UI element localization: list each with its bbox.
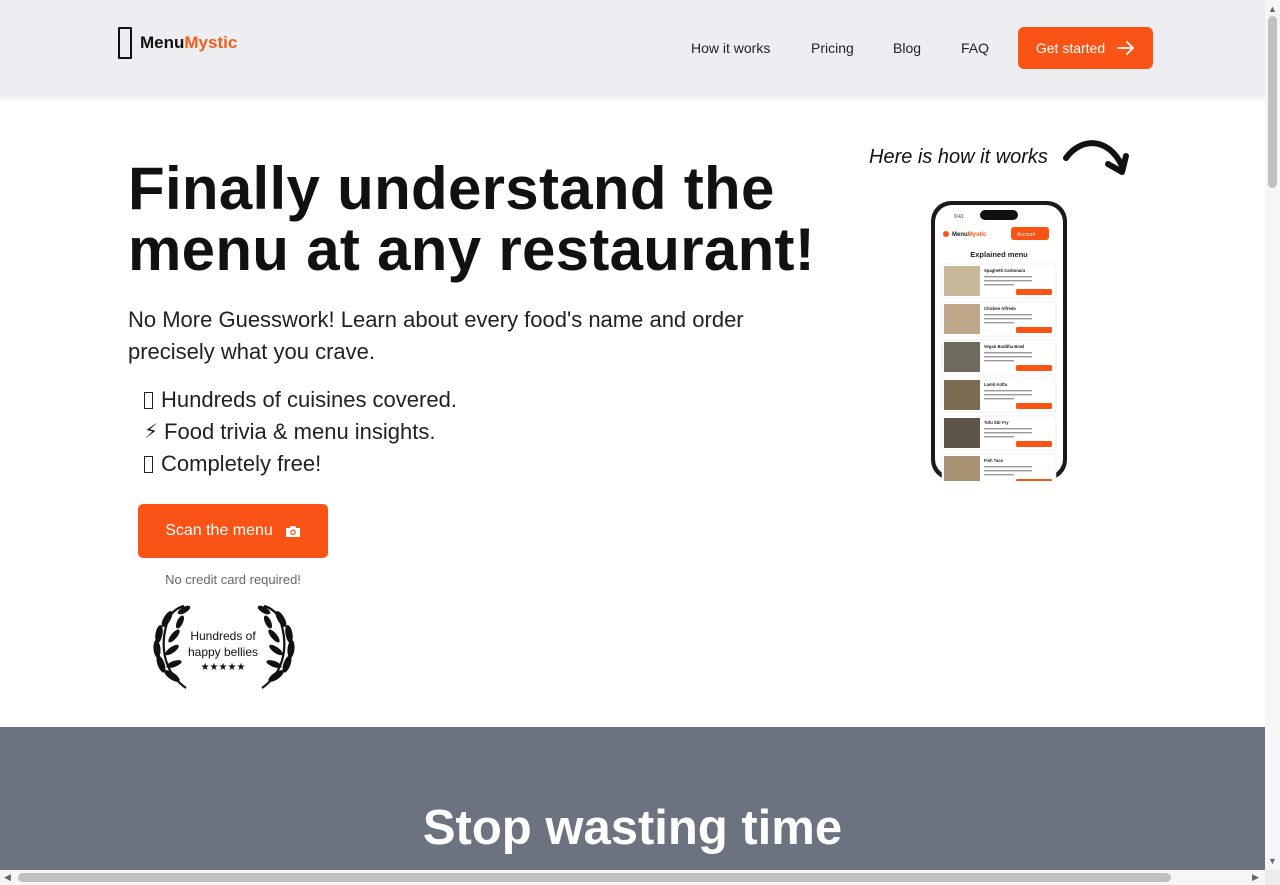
feature-item: Hundreds of cuisines covered. [144, 384, 457, 416]
nav-faq-label: FAQ [961, 40, 990, 56]
nav-how-it-works-label: How it works [691, 40, 771, 56]
nav-how-it-works[interactable]: How it works [691, 27, 770, 69]
food-photo [944, 266, 980, 296]
get-started-label: Get started [1035, 40, 1106, 56]
scroll-down-icon[interactable]: ▼ [1268, 857, 1277, 866]
feature-list: Hundreds of cuisines covered. ⚡ Food tri… [144, 384, 457, 480]
horizontal-scrollbar-thumb[interactable] [18, 873, 1171, 882]
how-it-works-label: Here is how it works [869, 146, 1048, 168]
phone-account-button: Account [1017, 232, 1036, 238]
phone-heading: Explained menu [970, 250, 1028, 259]
vertical-scrollbar-thumb[interactable] [1268, 16, 1277, 188]
stop-wasting-time-section: Stop wasting time [0, 727, 1265, 870]
phone-item-name: Tofu Stir Fry [984, 420, 1009, 425]
phone-brand-part-1: Menu [952, 232, 968, 238]
phone-menu-item: Lamb Kofta [941, 377, 1057, 413]
nav-blog-label: Blog [893, 40, 922, 56]
food-photo [944, 342, 980, 372]
food-photo [944, 418, 980, 448]
phone-item-name: Lamb Kofta [984, 382, 1008, 387]
phone-item-name: Chicken Alfredo [984, 306, 1016, 311]
scroll-left-icon[interactable]: ◀ [4, 873, 11, 882]
phone-menu-item: Chicken Alfredo [941, 301, 1057, 337]
scroll-up-icon[interactable]: ▲ [1268, 5, 1277, 14]
logo[interactable]: MenuMystic [118, 27, 237, 59]
phone-item-name: Vegan Buddha Bowl [984, 344, 1024, 349]
scan-menu-label: Scan the menu [165, 522, 273, 539]
get-started-button[interactable]: Get started [1018, 27, 1153, 69]
feature-text: Completely free! [161, 451, 322, 476]
missing-glyph-icon [144, 455, 153, 473]
brand-name: MenuMystic [140, 33, 237, 53]
missing-glyph-icon [144, 391, 153, 409]
nav-faq[interactable]: FAQ [961, 27, 989, 69]
hero-title: Finally understand the menu at any resta… [128, 155, 816, 283]
phone-menu-item: Vegan Buddha Bowl [941, 339, 1057, 375]
badge-line-2: happy bellies [187, 645, 259, 659]
feature-item: ⚡ Food trivia & menu insights. [144, 416, 457, 448]
rating-stars: ★★★★★ [200, 662, 246, 673]
phone-brand: MenuMystic [952, 232, 987, 238]
section-title: Stop wasting time [422, 801, 843, 855]
phone-item-name: Fish Taco [984, 458, 1004, 463]
brand-part-mystic: Mystic [184, 33, 238, 52]
scan-menu-button[interactable]: Scan the menu [138, 504, 328, 558]
feature-text: Food trivia & menu insights. [164, 419, 436, 444]
happy-bellies-badge: Hundreds of happy bellies ★★★★★ [178, 628, 268, 676]
phone-menu-item: Spaghetti Carbonara [941, 263, 1057, 299]
phone-preview-image: 9:41 MenuMystic Account Explained menu S… [931, 201, 1067, 481]
app-logo-icon [118, 27, 132, 59]
scroll-right-icon[interactable]: ▶ [1252, 873, 1259, 882]
food-photo [944, 456, 980, 481]
phone-menu-item: Tofu Stir Fry [941, 415, 1057, 451]
lightning-icon: ⚡ [144, 421, 159, 443]
food-photo [944, 380, 980, 410]
page: MenuMystic How it works Pricing Blog FAQ… [0, 0, 1265, 870]
nav-pricing[interactable]: Pricing [811, 27, 854, 69]
feature-text: Hundreds of cuisines covered. [161, 387, 457, 412]
phone-menu-item: Fish Taco [941, 453, 1057, 481]
arrow-right-icon [1117, 41, 1135, 55]
phone-time: 9:41 [954, 214, 964, 220]
feature-item: Completely free! [144, 448, 457, 480]
camera-icon [285, 526, 300, 537]
no-credit-card-note: No credit card required! [165, 572, 301, 587]
scrollbar-corner [1265, 870, 1280, 885]
nav-blog[interactable]: Blog [893, 27, 921, 69]
food-photo [944, 304, 980, 334]
hero-subtitle: No More Guesswork! Learn about every foo… [128, 307, 744, 364]
phone-item-name: Spaghetti Carbonara [984, 268, 1026, 273]
site-header: MenuMystic How it works Pricing Blog FAQ… [0, 0, 1265, 97]
curved-arrow-icon [1063, 140, 1129, 175]
brand-part-menu: Menu [140, 33, 185, 52]
badge-line-1: Hundreds of [190, 629, 256, 643]
phone-brand-part-2: Mystic [968, 232, 987, 238]
nav-pricing-label: Pricing [811, 40, 854, 56]
